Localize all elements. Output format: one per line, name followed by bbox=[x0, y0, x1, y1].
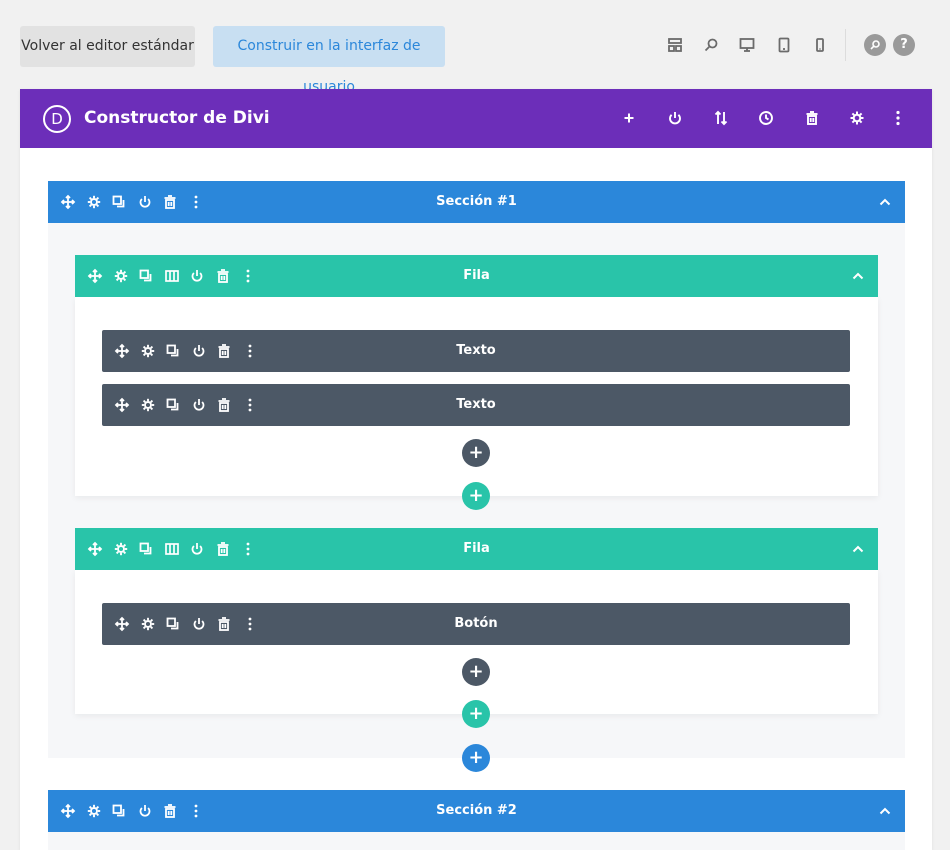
builder-header: D Constructor de Divi bbox=[20, 89, 932, 148]
trash-icon[interactable] bbox=[216, 397, 232, 413]
tablet-icon[interactable] bbox=[775, 36, 793, 54]
more-icon[interactable] bbox=[242, 397, 258, 413]
chevron-up-icon[interactable] bbox=[877, 194, 893, 210]
search-icon[interactable] bbox=[864, 34, 886, 56]
duplicate-icon[interactable] bbox=[138, 541, 154, 557]
trash-icon[interactable] bbox=[215, 268, 231, 284]
module-bar[interactable]: Texto bbox=[102, 384, 850, 426]
row-header[interactable]: Fila bbox=[75, 255, 878, 297]
more-icon[interactable] bbox=[188, 803, 204, 819]
section-header[interactable]: Sección #2 bbox=[48, 790, 905, 832]
gear-icon[interactable] bbox=[113, 541, 129, 557]
sort-icon[interactable] bbox=[712, 109, 730, 127]
gear-icon[interactable] bbox=[140, 616, 156, 632]
chevron-up-icon[interactable] bbox=[877, 803, 893, 819]
gear-icon[interactable] bbox=[86, 194, 102, 210]
divi-logo: D bbox=[43, 105, 71, 133]
power-icon[interactable] bbox=[191, 397, 207, 413]
move-icon[interactable] bbox=[87, 268, 103, 284]
power-icon[interactable] bbox=[666, 109, 684, 127]
trash-icon[interactable] bbox=[162, 803, 178, 819]
power-icon[interactable] bbox=[189, 541, 205, 557]
duplicate-icon[interactable] bbox=[111, 194, 127, 210]
add-row-button[interactable]: + bbox=[462, 700, 490, 728]
move-icon[interactable] bbox=[114, 616, 130, 632]
gear-icon[interactable] bbox=[113, 268, 129, 284]
trash-icon[interactable] bbox=[803, 109, 821, 127]
gear-icon[interactable] bbox=[140, 397, 156, 413]
move-icon[interactable] bbox=[114, 397, 130, 413]
gear-icon[interactable] bbox=[848, 109, 866, 127]
more-icon[interactable] bbox=[240, 541, 256, 557]
toolbar-divider bbox=[845, 29, 846, 61]
row-tools bbox=[87, 268, 266, 284]
add-module-button[interactable]: + bbox=[462, 658, 490, 686]
row-header[interactable]: Fila bbox=[75, 528, 878, 570]
builder-title: Constructor de Divi bbox=[84, 108, 270, 128]
module-bar[interactable]: Botón bbox=[102, 603, 850, 645]
module-tools bbox=[114, 616, 267, 632]
power-icon[interactable] bbox=[137, 803, 153, 819]
wireframe-icon[interactable] bbox=[666, 36, 684, 54]
add-row-button[interactable]: + bbox=[462, 482, 490, 510]
more-icon[interactable] bbox=[889, 109, 907, 127]
add-section-button[interactable]: + bbox=[462, 744, 490, 772]
section-body bbox=[48, 831, 905, 850]
move-icon[interactable] bbox=[87, 541, 103, 557]
duplicate-icon[interactable] bbox=[111, 803, 127, 819]
trash-icon[interactable] bbox=[216, 616, 232, 632]
gear-icon[interactable] bbox=[140, 343, 156, 359]
chevron-up-icon[interactable] bbox=[850, 268, 866, 284]
move-icon[interactable] bbox=[114, 343, 130, 359]
row-tools bbox=[87, 541, 266, 557]
trash-icon[interactable] bbox=[216, 343, 232, 359]
help-icon[interactable]: ? bbox=[893, 34, 915, 56]
columns-icon[interactable] bbox=[164, 268, 180, 284]
module-tools bbox=[114, 397, 267, 413]
module-bar[interactable]: Texto bbox=[102, 330, 850, 372]
section-tools bbox=[60, 803, 213, 819]
gear-icon[interactable] bbox=[86, 803, 102, 819]
columns-icon[interactable] bbox=[164, 541, 180, 557]
move-icon[interactable] bbox=[60, 194, 76, 210]
module-tools bbox=[114, 343, 267, 359]
more-icon[interactable] bbox=[188, 194, 204, 210]
back-to-standard-editor-button[interactable]: Volver al editor estándar bbox=[20, 26, 195, 67]
add-icon[interactable] bbox=[620, 109, 638, 127]
duplicate-icon[interactable] bbox=[165, 397, 181, 413]
section-tools bbox=[60, 194, 213, 210]
build-visual-builder-button[interactable]: Construir en la interfaz de usuario bbox=[213, 26, 445, 95]
more-icon[interactable] bbox=[242, 616, 258, 632]
more-icon[interactable] bbox=[242, 343, 258, 359]
history-icon[interactable] bbox=[757, 109, 775, 127]
section-header[interactable]: Sección #1 bbox=[48, 181, 905, 223]
duplicate-icon[interactable] bbox=[138, 268, 154, 284]
power-icon[interactable] bbox=[191, 343, 207, 359]
move-icon[interactable] bbox=[60, 803, 76, 819]
zoom-icon[interactable] bbox=[702, 36, 720, 54]
chevron-up-icon[interactable] bbox=[850, 541, 866, 557]
duplicate-icon[interactable] bbox=[165, 616, 181, 632]
phone-icon[interactable] bbox=[811, 36, 829, 54]
power-icon[interactable] bbox=[189, 268, 205, 284]
add-module-button[interactable]: + bbox=[462, 439, 490, 467]
trash-icon[interactable] bbox=[162, 194, 178, 210]
duplicate-icon[interactable] bbox=[165, 343, 181, 359]
more-icon[interactable] bbox=[240, 268, 256, 284]
power-icon[interactable] bbox=[137, 194, 153, 210]
trash-icon[interactable] bbox=[215, 541, 231, 557]
desktop-icon[interactable] bbox=[738, 36, 756, 54]
power-icon[interactable] bbox=[191, 616, 207, 632]
